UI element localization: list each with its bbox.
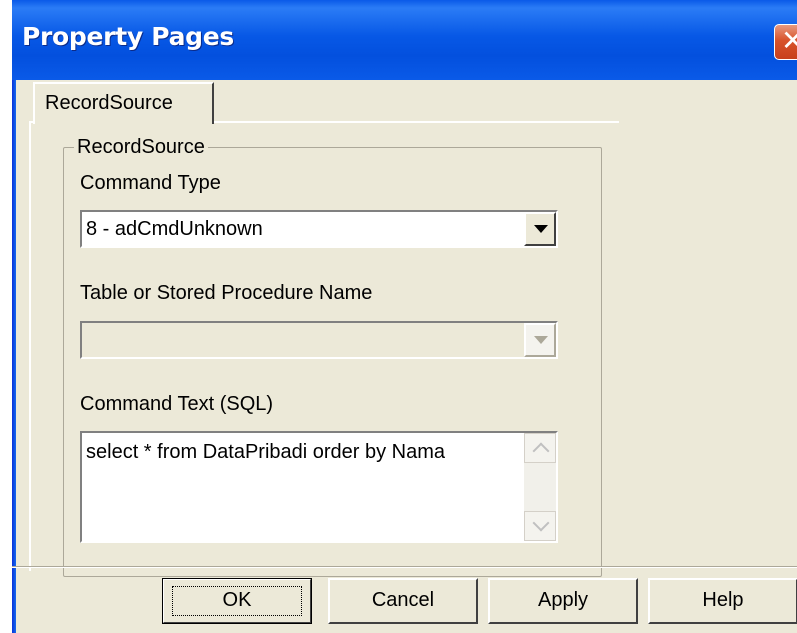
scroll-down-button[interactable] bbox=[524, 511, 556, 541]
title-bar[interactable]: Property Pages ✕ bbox=[12, 0, 797, 80]
tab-recordsource[interactable]: RecordSource bbox=[33, 82, 214, 124]
ok-button[interactable]: OK bbox=[162, 578, 312, 624]
table-name-dropdown-button[interactable] bbox=[524, 323, 556, 357]
vertical-scrollbar[interactable] bbox=[524, 433, 556, 541]
chevron-down-icon bbox=[532, 514, 550, 532]
close-icon: ✕ bbox=[781, 24, 797, 57]
table-name-select[interactable] bbox=[80, 321, 558, 359]
groupbox-legend: RecordSource bbox=[74, 136, 208, 159]
window-title: Property Pages bbox=[22, 22, 235, 51]
tab-label: RecordSource bbox=[45, 92, 173, 114]
button-separator bbox=[12, 566, 797, 568]
command-text-label: Command Text (SQL) bbox=[80, 393, 274, 415]
command-type-label: Command Type bbox=[80, 172, 221, 194]
property-pages-dialog: Property Pages ✕ RecordSource RecordSour… bbox=[12, 0, 797, 633]
help-button[interactable]: Help bbox=[648, 578, 797, 624]
chevron-down-icon bbox=[534, 336, 548, 344]
table-name-label: Table or Stored Procedure Name bbox=[80, 282, 373, 304]
cancel-button[interactable]: Cancel bbox=[328, 578, 478, 624]
close-button[interactable]: ✕ bbox=[774, 24, 797, 60]
chevron-down-icon bbox=[534, 225, 548, 233]
command-text-input[interactable]: select * from DataPribadi order by Nama bbox=[80, 431, 558, 543]
command-type-select[interactable]: 8 - adCmdUnknown bbox=[80, 210, 558, 248]
apply-button[interactable]: Apply bbox=[488, 578, 638, 624]
scroll-up-button[interactable] bbox=[524, 433, 556, 463]
command-type-value: 8 - adCmdUnknown bbox=[86, 218, 263, 240]
command-text-value: select * from DataPribadi order by Nama bbox=[86, 441, 446, 463]
chevron-up-icon bbox=[532, 442, 550, 460]
command-type-dropdown-button[interactable] bbox=[524, 212, 556, 246]
